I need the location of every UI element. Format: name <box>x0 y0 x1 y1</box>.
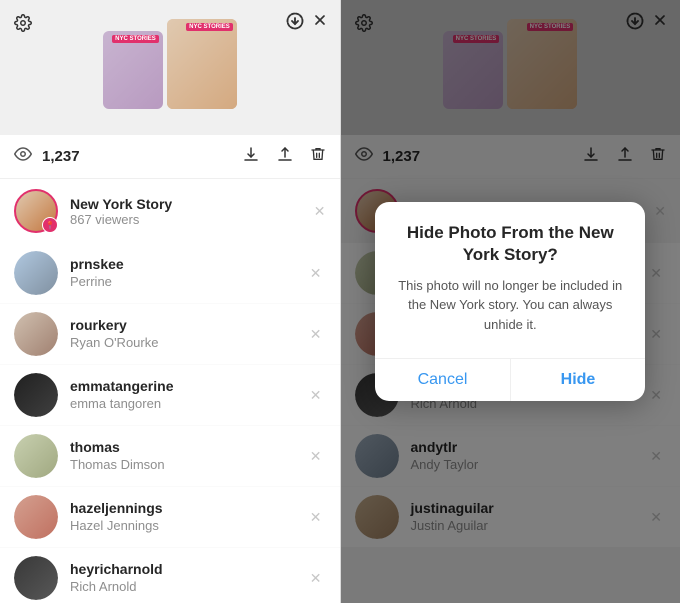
viewer-close-icon[interactable]: ✕ <box>306 444 326 469</box>
viewer-info: rourkery Ryan O'Rourke <box>70 316 306 351</box>
left-story-close-icon[interactable]: ✕ <box>314 203 326 220</box>
header-close-icon[interactable] <box>312 12 328 33</box>
viewer-info: emmatangerine emma tangoren <box>70 377 306 412</box>
story-image-main: NYC STORIES <box>167 19 237 109</box>
hide-button[interactable]: Hide <box>511 359 646 401</box>
viewer-username: thomas <box>70 438 306 456</box>
left-story-info: New York Story 867 viewers <box>70 196 314 227</box>
list-item: emmatangerine emma tangoren ✕ <box>0 365 340 426</box>
viewer-close-icon[interactable]: ✕ <box>306 261 326 286</box>
viewer-close-icon[interactable]: ✕ <box>306 505 326 530</box>
avatar <box>14 373 58 417</box>
viewer-username: hazeljennings <box>70 499 306 517</box>
stats-actions <box>242 145 326 168</box>
viewer-username: prnskee <box>70 255 306 273</box>
viewer-close-icon[interactable]: ✕ <box>306 566 326 591</box>
gear-icon[interactable] <box>14 14 32 37</box>
hide-photo-dialog: Hide Photo From the New York Story? This… <box>375 202 645 402</box>
cancel-button[interactable]: Cancel <box>375 359 511 401</box>
left-story-avatar: 📍 <box>14 189 58 233</box>
left-panel: NYC STORIES NYC STORIES <box>0 0 340 603</box>
viewer-username: heyricharnold <box>70 560 306 578</box>
viewer-close-icon[interactable]: ✕ <box>306 383 326 408</box>
header-download-icon[interactable] <box>286 12 304 35</box>
avatar <box>14 251 58 295</box>
avatar <box>14 312 58 356</box>
list-item: thomas Thomas Dimson ✕ <box>0 426 340 487</box>
viewer-username: rourkery <box>70 316 306 334</box>
dialog-overlay: Hide Photo From the New York Story? This… <box>341 0 680 603</box>
viewer-close-icon[interactable]: ✕ <box>306 322 326 347</box>
avatar <box>14 434 58 478</box>
viewer-realname: emma tangoren <box>70 396 306 413</box>
right-panel: NYC STORIES NYC STORIES <box>341 0 680 603</box>
viewer-realname: Thomas Dimson <box>70 457 306 474</box>
location-pin-icon: 📍 <box>42 217 58 233</box>
list-item: hazeljennings Hazel Jennings ✕ <box>0 487 340 548</box>
left-story-name: New York Story <box>70 196 314 212</box>
trash-action-icon[interactable] <box>310 145 326 168</box>
avatar <box>14 495 58 539</box>
list-item: heyricharnold Rich Arnold ✕ <box>0 548 340 603</box>
viewer-info: heyricharnold Rich Arnold <box>70 560 306 595</box>
download-action-icon[interactable] <box>242 145 260 168</box>
left-story-header: NYC STORIES NYC STORIES <box>0 0 340 135</box>
list-item: rourkery Ryan O'Rourke ✕ <box>0 304 340 365</box>
dialog-message: This photo will no longer be included in… <box>395 276 625 335</box>
story-badge-main: NYC STORIES <box>186 23 233 31</box>
viewer-realname: Ryan O'Rourke <box>70 335 306 352</box>
share-action-icon[interactable] <box>276 145 294 168</box>
dialog-title: Hide Photo From the New York Story? <box>395 222 625 266</box>
dialog-content: Hide Photo From the New York Story? This… <box>375 202 645 345</box>
left-stats-bar: 1,237 <box>0 135 340 179</box>
story-images: NYC STORIES NYC STORIES <box>103 19 237 117</box>
viewer-realname: Rich Arnold <box>70 579 306 596</box>
left-viewers-list: prnskee Perrine ✕ rourkery Ryan O'Rourke… <box>0 243 340 603</box>
viewer-realname: Hazel Jennings <box>70 518 306 535</box>
left-story-viewers: 867 viewers <box>70 212 314 227</box>
viewer-info: hazeljennings Hazel Jennings <box>70 499 306 534</box>
viewer-username: emmatangerine <box>70 377 306 395</box>
dialog-actions: Cancel Hide <box>375 358 645 401</box>
eye-icon <box>14 147 32 166</box>
story-badge: NYC STORIES <box>112 35 159 43</box>
view-count: 1,237 <box>42 148 232 165</box>
viewer-realname: Perrine <box>70 274 306 291</box>
list-item: prnskee Perrine ✕ <box>0 243 340 304</box>
avatar <box>14 556 58 600</box>
viewer-info: prnskee Perrine <box>70 255 306 290</box>
left-story-item: 📍 New York Story 867 viewers ✕ <box>0 179 340 243</box>
story-image-side: NYC STORIES <box>103 31 163 109</box>
viewer-info: thomas Thomas Dimson <box>70 438 306 473</box>
